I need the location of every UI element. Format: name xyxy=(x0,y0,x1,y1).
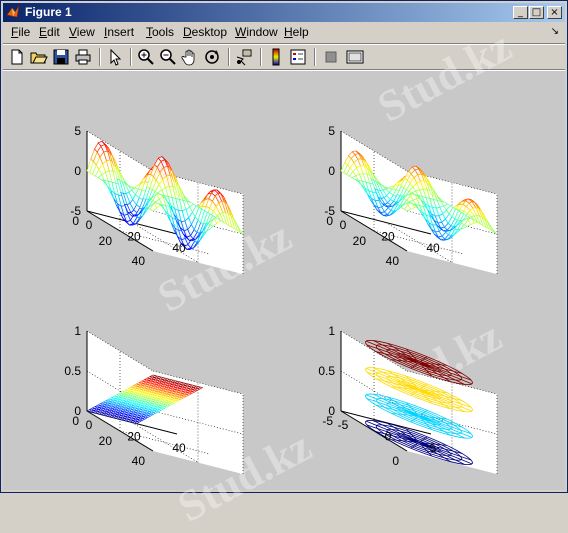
hide-plot-tools-icon[interactable] xyxy=(321,47,341,67)
toolbar-separator xyxy=(314,48,316,66)
pointer-arrow-icon[interactable] xyxy=(105,47,125,67)
window-title: Figure 1 xyxy=(25,5,72,19)
toolbar-separator xyxy=(260,48,262,66)
y-tick-label: -5 xyxy=(322,414,333,428)
x-tick-label: -5 xyxy=(338,418,349,432)
print-icon[interactable] xyxy=(73,47,93,67)
data-cursor-icon[interactable] xyxy=(234,47,254,67)
title-bar[interactable]: Figure 1 _ □ × xyxy=(3,3,565,22)
menu-bar: File Edit View Insert Tools Desktop Wind… xyxy=(3,23,565,42)
close-button[interactable]: × xyxy=(547,6,562,19)
menu-desktop[interactable]: Desktop xyxy=(183,25,227,39)
toolbar-separator xyxy=(228,48,230,66)
matlab-logo-icon xyxy=(6,5,20,18)
y-tick-label: 0 xyxy=(392,454,399,468)
z-tick-label: 1 xyxy=(328,324,335,338)
pan-hand-icon[interactable] xyxy=(180,47,200,67)
figure-window: Figure 1 _ □ × File Edit View Insert Too… xyxy=(0,0,568,532)
maximize-button[interactable]: □ xyxy=(529,6,544,19)
close-icon: × xyxy=(550,7,559,18)
menu-window[interactable]: Window xyxy=(235,25,278,39)
zoom-in-icon[interactable] xyxy=(136,47,156,67)
menu-tools[interactable]: Tools xyxy=(146,25,174,39)
axes-3d[interactable]: 10.500-5 -505 xyxy=(3,71,565,490)
colorbar-icon[interactable] xyxy=(266,47,286,67)
menu-insert[interactable]: Insert xyxy=(104,25,134,39)
new-file-icon[interactable] xyxy=(7,47,27,67)
minimize-icon: _ xyxy=(518,7,523,18)
open-folder-icon[interactable] xyxy=(29,47,49,67)
toolbar xyxy=(3,45,565,69)
save-icon[interactable] xyxy=(51,47,71,67)
menu-view[interactable]: View xyxy=(69,25,95,39)
zoom-out-icon[interactable] xyxy=(158,47,178,67)
x-tick-label: 5 xyxy=(430,441,437,455)
rotate-3d-icon[interactable] xyxy=(202,47,222,67)
legend-icon[interactable] xyxy=(288,47,308,67)
menu-help[interactable]: Help xyxy=(284,25,309,39)
dock-arrow-icon[interactable]: ↘ xyxy=(551,26,559,37)
toolbar-separator xyxy=(130,48,132,66)
x-tick-label: 0 xyxy=(385,430,392,444)
menu-edit[interactable]: Edit xyxy=(39,25,60,39)
minimize-button[interactable]: _ xyxy=(513,6,528,19)
z-tick-label: 0.5 xyxy=(318,364,335,378)
maximize-icon: □ xyxy=(531,7,542,18)
toolbar-separator xyxy=(99,48,101,66)
figure-canvas[interactable]: Stud.kz Stud.kz Stud.kz Stud.kz 50-54020… xyxy=(3,21,565,532)
show-plot-tools-icon[interactable] xyxy=(345,47,365,67)
menu-file[interactable]: File xyxy=(11,25,30,39)
